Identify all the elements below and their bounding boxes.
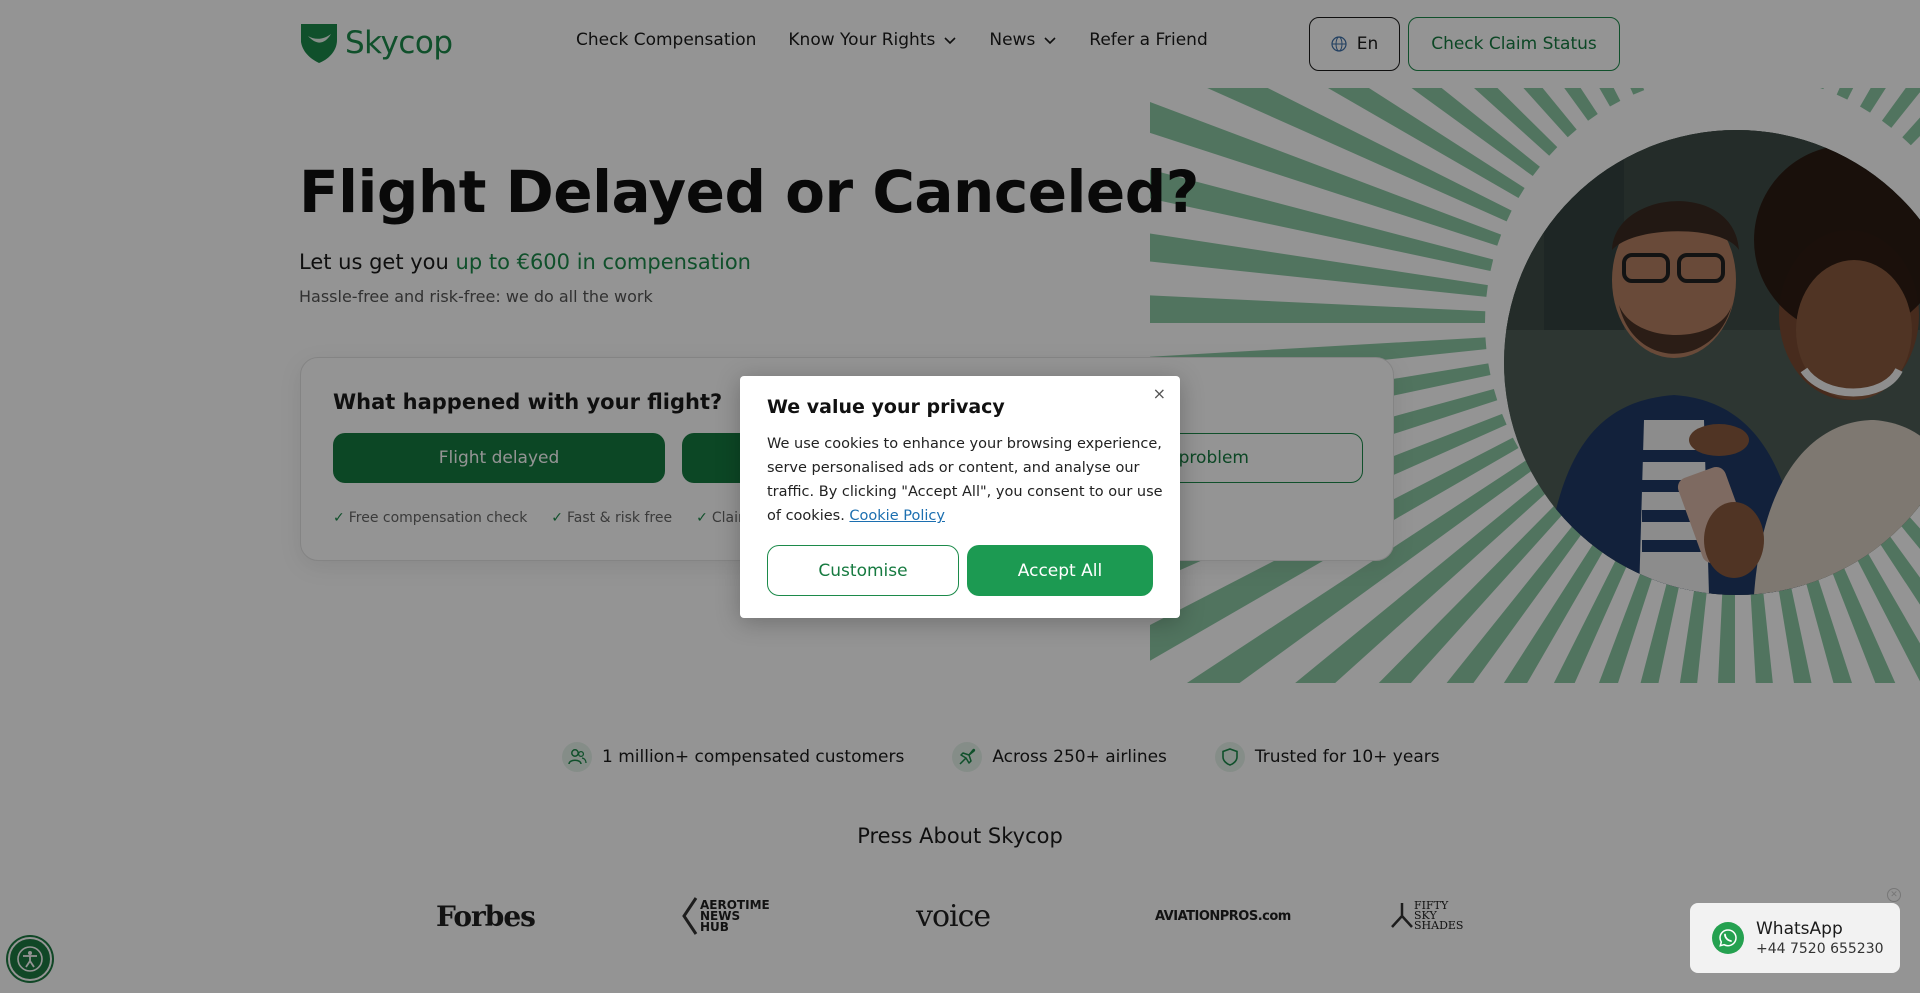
whatsapp-widget[interactable]: WhatsApp +44 7520 655230: [1690, 903, 1900, 973]
cookie-consent-dialog: × We value your privacy We use cookies t…: [740, 376, 1180, 618]
dialog-buttons: Customise Accept All: [767, 545, 1153, 596]
dialog-text: We use cookies to enhance your browsing …: [767, 432, 1167, 528]
dialog-title: We value your privacy: [767, 396, 1005, 418]
page: Skycop Check Compensation Know Your Righ…: [0, 0, 1920, 993]
whatsapp-close-icon[interactable]: ✕: [1887, 888, 1901, 902]
whatsapp-phone: +44 7520 655230: [1756, 941, 1884, 957]
customise-button[interactable]: Customise: [767, 545, 959, 596]
accept-all-button[interactable]: Accept All: [967, 545, 1153, 596]
whatsapp-name: WhatsApp: [1756, 919, 1843, 939]
cookie-policy-link[interactable]: Cookie Policy: [849, 508, 945, 524]
whatsapp-icon: [1712, 922, 1744, 954]
whatsapp-text: WhatsApp +44 7520 655230: [1756, 919, 1884, 957]
close-icon[interactable]: ×: [1153, 384, 1166, 403]
dialog-body: We use cookies to enhance your browsing …: [767, 436, 1163, 524]
